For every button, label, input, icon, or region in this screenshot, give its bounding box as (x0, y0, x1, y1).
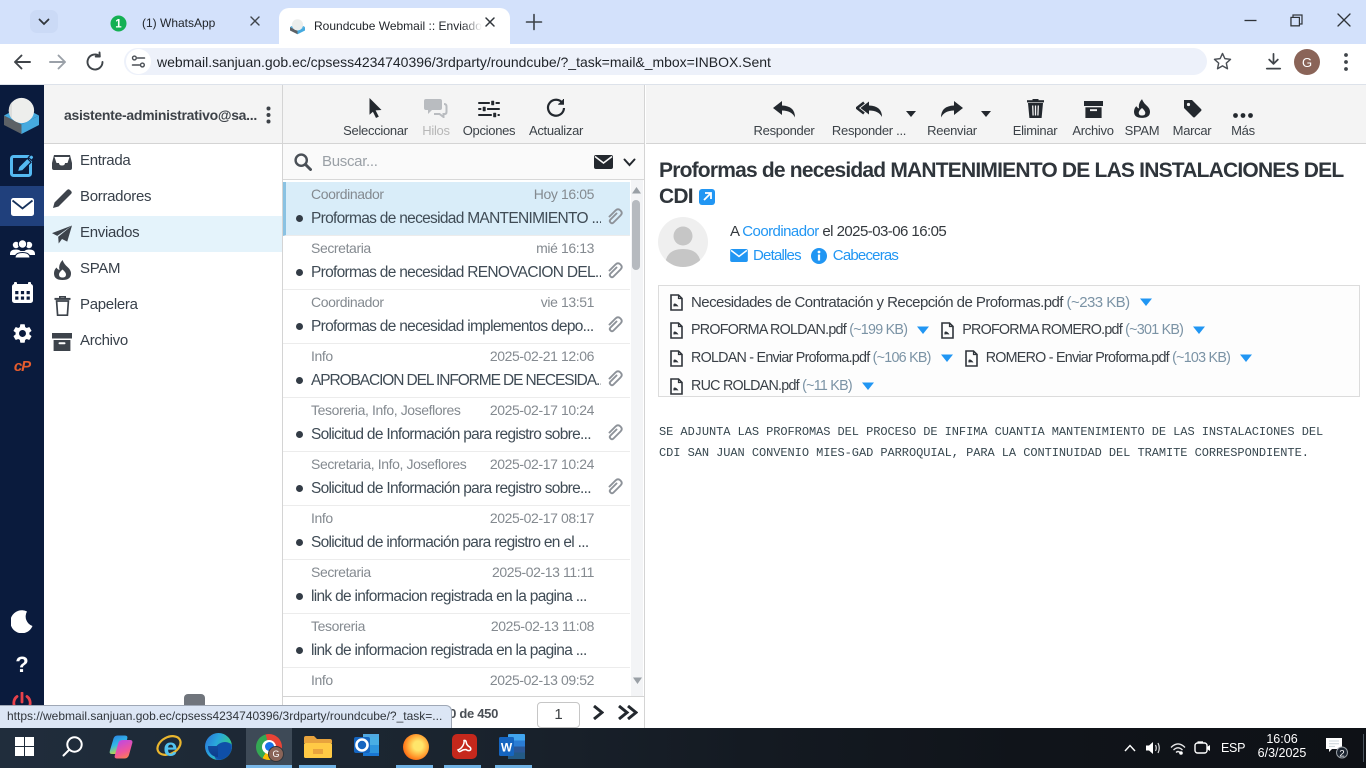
svg-text:e: e (164, 734, 178, 761)
svg-text:W: W (501, 741, 513, 755)
svg-text:1: 1 (115, 18, 122, 30)
svg-text:2: 2 (1339, 748, 1344, 759)
